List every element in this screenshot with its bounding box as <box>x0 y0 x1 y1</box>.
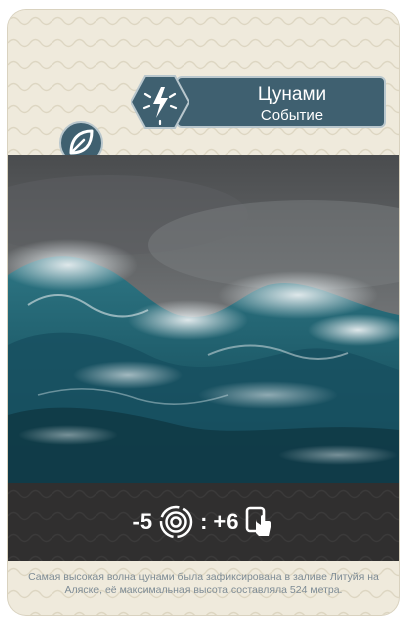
card-hand-icon <box>246 506 272 536</box>
card-title: Цунами <box>257 84 327 105</box>
card-header: Цунами Событие -4 <box>8 10 399 182</box>
effect-bar: -5 : +6 <box>8 483 399 561</box>
lightning-burst-icon <box>131 75 189 129</box>
tsunami-illustration <box>8 155 399 495</box>
card-type: Событие <box>260 107 324 124</box>
event-card[interactable]: Цунами Событие -4 <box>8 10 399 615</box>
effect-left-value: -5 <box>132 509 153 534</box>
effect-right-value: +6 <box>213 509 239 534</box>
target-rings-icon <box>159 505 193 539</box>
title-banner: Цунами Событие <box>176 76 386 128</box>
effect-row: -5 : +6 <box>8 505 399 539</box>
flavor-text: Самая высокая волна цунами была зафиксир… <box>28 571 379 596</box>
effect-separator: : <box>200 509 208 534</box>
